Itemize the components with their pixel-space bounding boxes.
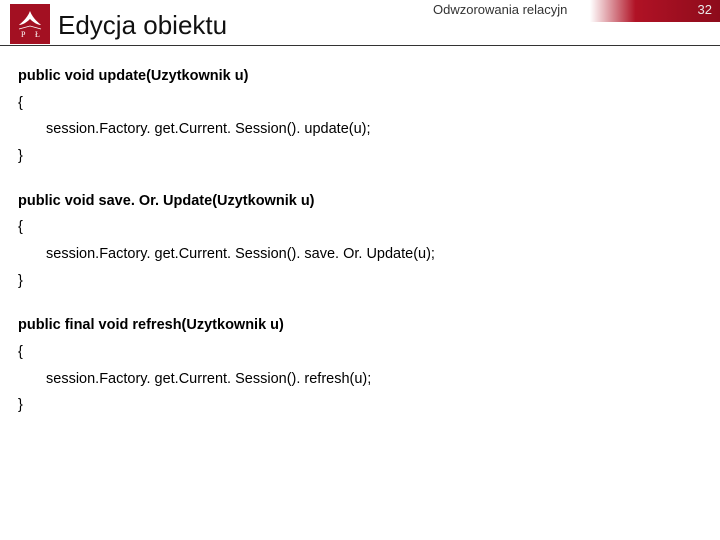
method-body: session.Factory. get.Current. Session().… xyxy=(18,121,435,138)
close-brace: } xyxy=(18,397,435,414)
method-body: session.Factory. get.Current. Session().… xyxy=(18,371,435,388)
svg-text:P: P xyxy=(21,30,26,39)
code-block: public void save. Or. Update(Uzytkownik … xyxy=(18,193,435,290)
university-logo-icon: P Ł xyxy=(10,4,50,44)
method-body: session.Factory. get.Current. Session().… xyxy=(18,246,435,263)
slide-subtitle: Odwzorowania relacyjn xyxy=(433,2,593,24)
slide-title: Edycja obiektu xyxy=(58,10,227,41)
close-brace: } xyxy=(18,273,435,290)
method-signature: public void save. Or. Update(Uzytkownik … xyxy=(18,193,435,210)
code-block: public void update(Uzytkownik u) { sessi… xyxy=(18,68,435,165)
close-brace: } xyxy=(18,148,435,165)
open-brace: { xyxy=(18,344,435,361)
page-number: 32 xyxy=(698,2,712,17)
svg-text:Ł: Ł xyxy=(35,30,40,39)
method-signature: public void update(Uzytkownik u) xyxy=(18,68,435,85)
slide-header: P Ł Edycja obiektu Odwzorowania relacyjn… xyxy=(0,0,720,46)
slide-content: public void update(Uzytkownik u) { sessi… xyxy=(18,68,435,442)
method-signature: public final void refresh(Uzytkownik u) xyxy=(18,317,435,334)
open-brace: { xyxy=(18,95,435,112)
slide: P Ł Edycja obiektu Odwzorowania relacyjn… xyxy=(0,0,720,540)
open-brace: { xyxy=(18,219,435,236)
code-block: public final void refresh(Uzytkownik u) … xyxy=(18,317,435,414)
